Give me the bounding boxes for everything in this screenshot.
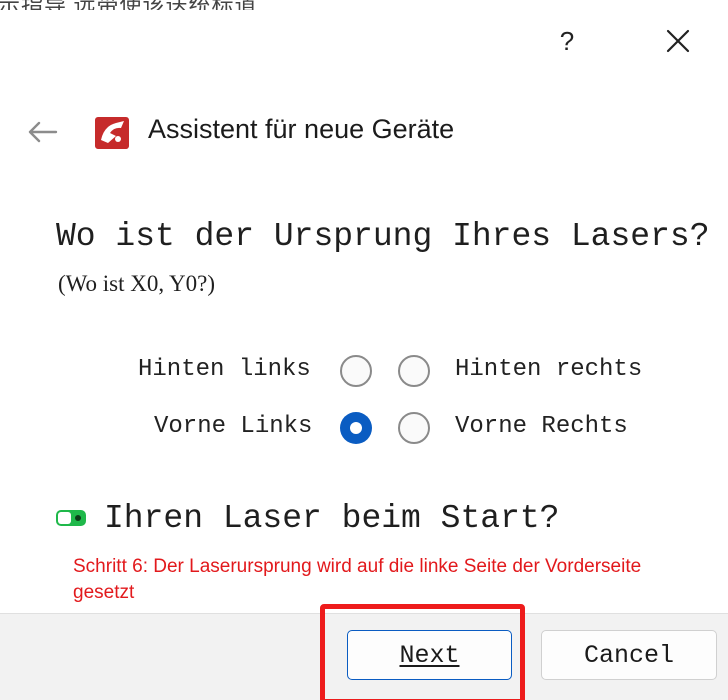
question-subtitle: (Wo ist X0, Y0?) — [58, 271, 215, 296]
label-hinten-links: Hinten links — [138, 356, 311, 383]
label-hinten-rechts: Hinten rechts — [455, 356, 643, 383]
close-button[interactable] — [655, 20, 701, 62]
back-button[interactable] — [22, 112, 62, 152]
question-title: Wo ist der Ursprung Ihres Lasers? — [56, 218, 710, 255]
radio-vorne-links[interactable] — [340, 412, 372, 444]
label-vorne-rechts: Vorne Rechts — [455, 413, 628, 440]
cancel-button-label: Cancel — [583, 640, 674, 670]
close-icon — [666, 29, 690, 53]
new-device-wizard-dialog: 示指导 远带使该送统标道 ? Assistent für neue Geräte… — [0, 0, 728, 700]
start-option-label: Ihren Laser beim Start? — [104, 500, 560, 537]
radio-hinten-rechts[interactable] — [398, 355, 430, 387]
cancel-button[interactable]: Cancel — [541, 630, 717, 680]
app-logo-icon — [95, 117, 129, 149]
radio-hinten-links[interactable] — [340, 355, 372, 387]
help-icon: ? — [559, 25, 575, 56]
background-window-text: 示指导 远带使该送统标道 — [0, 0, 378, 10]
arrow-left-icon — [28, 121, 58, 143]
wizard-title: Assistent für neue Geräte — [148, 114, 455, 144]
toggle-icon[interactable] — [56, 510, 86, 526]
radio-vorne-rechts[interactable] — [398, 412, 430, 444]
next-button-label: Next — [399, 640, 460, 670]
help-button[interactable]: ? — [548, 22, 586, 60]
step-annotation: Schritt 6: Der Laserursprung wird auf di… — [73, 556, 642, 603]
next-button[interactable]: Next — [347, 630, 512, 680]
label-vorne-links: Vorne Links — [154, 413, 313, 440]
